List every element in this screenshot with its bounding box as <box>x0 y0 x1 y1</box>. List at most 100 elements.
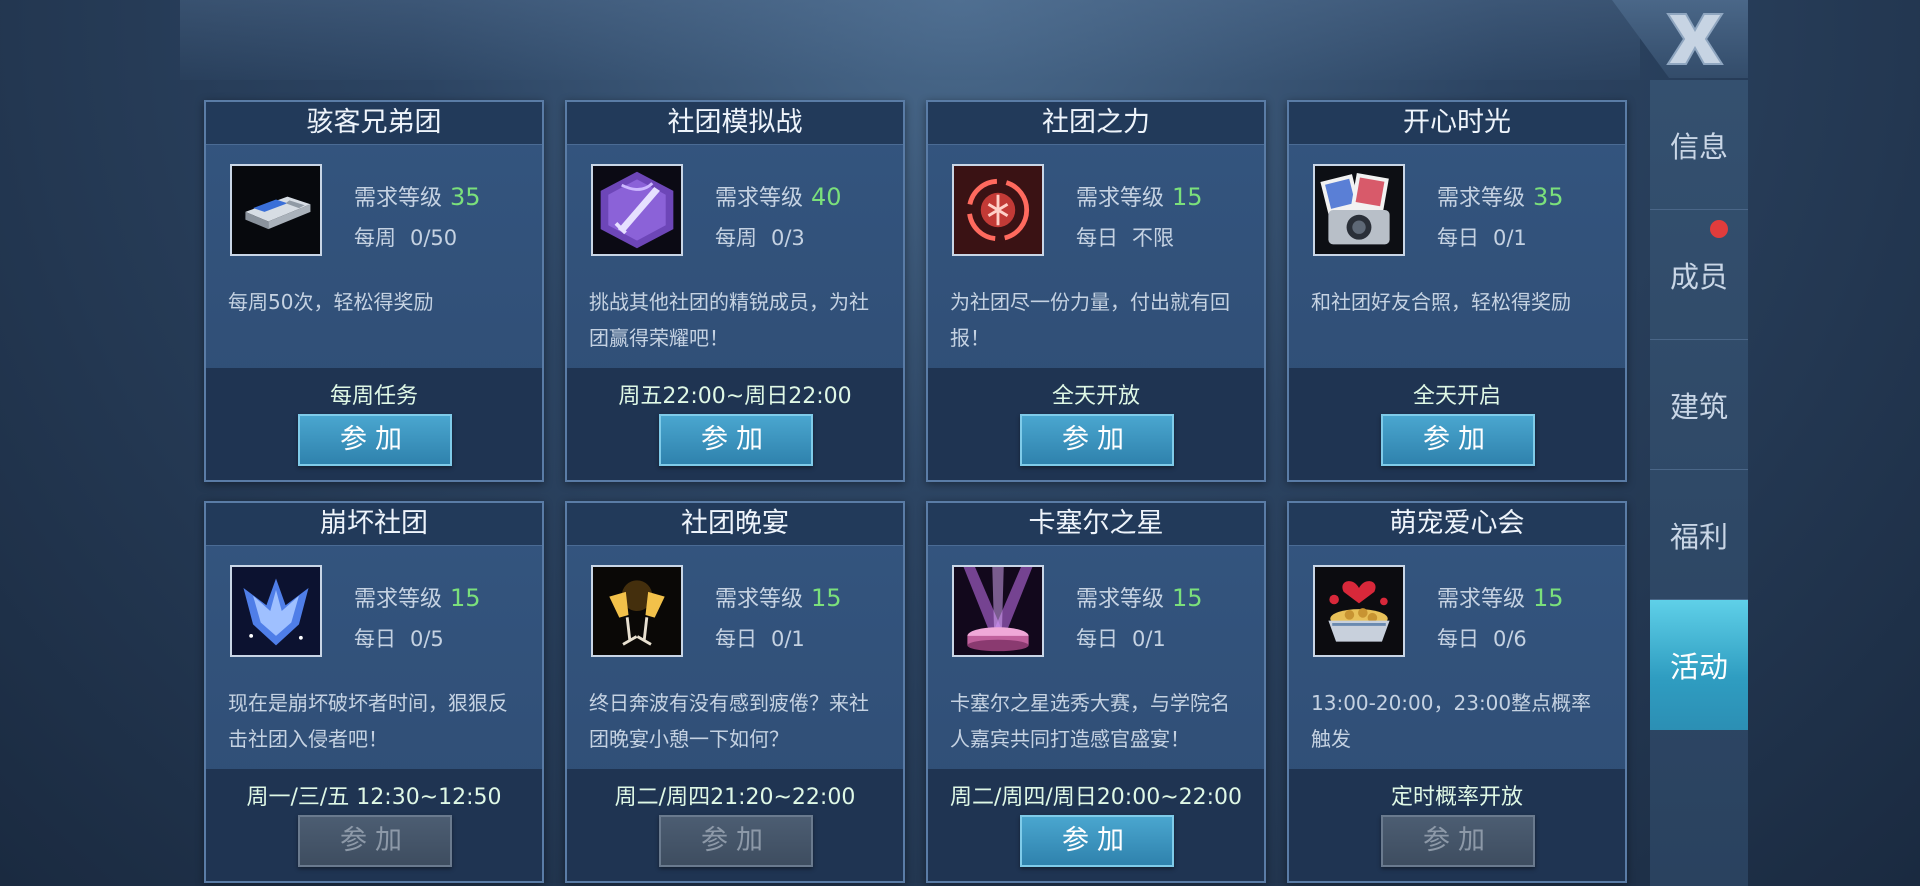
crystal-crest-icon <box>230 565 322 657</box>
champagne-icon <box>591 565 683 657</box>
schedule-text: 全天开放 <box>1051 384 1140 409</box>
level-value: 15 <box>450 584 481 612</box>
card-description: 为社团尽一份力量，付出就有回报！ <box>950 290 1230 350</box>
frequency: 每日 0/1 <box>1076 627 1166 651</box>
frequency: 每周 0/3 <box>715 226 805 250</box>
count-value: 0/5 <box>410 627 444 651</box>
count-value: 0/50 <box>410 226 458 250</box>
activity-card-happy-time: 开心时光 需求等级 35 每日 0/1 和社团好友合照，轻松得奖励 全天开启 参加 <box>1287 100 1627 482</box>
schedule-text: 周一/三/五 12:30~12:50 <box>246 785 502 810</box>
card-footer: 周五22:00~周日22:00 参加 <box>567 368 903 480</box>
card-title: 社团模拟战 <box>567 102 903 145</box>
count-value: 0/3 <box>771 226 805 250</box>
activity-card-hacker: 骇客兄弟团 需求等级 35 每周 0/50 每周50次，轻松得奖励 每周任务 参加 <box>204 100 544 482</box>
card-title: 社团晚宴 <box>567 503 903 546</box>
join-button[interactable]: 参加 <box>298 414 452 466</box>
card-footer: 全天开放 参加 <box>928 368 1264 480</box>
activity-card-club-power: 社团之力 需求等级 15 每日 不限 为社团尽一份力量，付出就有回报！ 全天开放 参… <box>926 100 1266 482</box>
card-description: 现在是崩坏破坏者时间，狠狠反击社团入侵者吧！ <box>228 691 508 751</box>
frequency: 每日 0/1 <box>1437 226 1527 250</box>
frequency: 每日 0/5 <box>354 627 444 651</box>
join-button[interactable]: 参加 <box>659 815 813 867</box>
activity-card-cassell-star: 卡塞尔之星 需求等级 15 每日 0/1 卡塞尔之星选秀大赛，与学院名人嘉宾共同打造… <box>926 501 1266 883</box>
card-title: 萌宠爱心会 <box>1289 503 1625 546</box>
notification-dot <box>1710 220 1728 238</box>
join-button[interactable]: 参加 <box>1020 414 1174 466</box>
level-requirement: 需求等级 15 <box>354 584 481 612</box>
sidebar-item-label: 福利 <box>1669 519 1728 554</box>
sidebar-item-members[interactable]: 成员 <box>1650 210 1748 340</box>
join-button[interactable]: 参加 <box>659 414 813 466</box>
level-requirement: 需求等级 15 <box>1076 183 1203 211</box>
activity-card-club-battle: 社团模拟战 需求等级 40 每周 0/3 挑战其他社团的精锐成员，为社团赢得荣耀吧！… <box>565 100 905 482</box>
card-footer: 周二/周四/周日20:00~22:00 参加 <box>928 769 1264 881</box>
sidebar-item-label: 信息 <box>1669 129 1728 164</box>
usb-drive-icon <box>230 164 322 256</box>
card-footer: 每周任务 参加 <box>206 368 542 480</box>
sword-emblem-icon <box>591 164 683 256</box>
club-sidebar: 信息 成员 建筑 福利 活动 <box>1650 80 1748 886</box>
schedule-text: 每周任务 <box>329 384 418 409</box>
activity-card-club-banquet: 社团晚宴 需求等级 15 每日 0/1 终日奔波有没有感到疲倦？来社团晚宴小憩一下如… <box>565 501 905 883</box>
card-description: 卡塞尔之星选秀大赛，与学院名人嘉宾共同打造感官盛宴！ <box>950 691 1230 751</box>
card-description: 每周50次，轻松得奖励 <box>228 290 434 314</box>
card-description: 终日奔波有没有感到疲倦？来社团晚宴小憩一下如何？ <box>589 691 869 751</box>
frequency: 每日 0/1 <box>715 627 805 651</box>
pet-bowl-icon <box>1313 565 1405 657</box>
card-title: 开心时光 <box>1289 102 1625 145</box>
level-requirement: 需求等级 15 <box>715 584 842 612</box>
level-value: 15 <box>1172 584 1203 612</box>
level-requirement: 需求等级 35 <box>1437 183 1564 211</box>
card-description: 13:00-20:00，23:00整点概率触发 <box>1311 691 1592 751</box>
activity-card-honkai-club: 崩坏社团 需求等级 15 每日 0/5 现在是崩坏破坏者时间，狠狠反击社团入侵者吧！… <box>204 501 544 883</box>
card-footer: 全天开启 参加 <box>1289 368 1625 480</box>
schedule-text: 周五22:00~周日22:00 <box>618 384 852 409</box>
card-footer: 周二/周四21:20~22:00 参加 <box>567 769 903 881</box>
join-button[interactable]: 参加 <box>298 815 452 867</box>
card-description: 挑战其他社团的精锐成员，为社团赢得荣耀吧！ <box>589 290 869 350</box>
level-value: 15 <box>811 584 842 612</box>
count-value: 0/1 <box>1493 226 1527 250</box>
sidebar-item-info[interactable]: 信息 <box>1650 80 1748 210</box>
sidebar-item-activities[interactable]: 活动 <box>1650 600 1748 730</box>
card-title: 崩坏社团 <box>206 503 542 546</box>
sidebar-item-welfare[interactable]: 福利 <box>1650 470 1748 600</box>
frequency: 每日 0/6 <box>1437 627 1527 651</box>
join-button[interactable]: 参加 <box>1020 815 1174 867</box>
red-sigil-icon <box>952 164 1044 256</box>
level-value: 15 <box>1533 584 1564 612</box>
schedule-text: 周二/周四/周日20:00~22:00 <box>949 785 1243 810</box>
level-requirement: 需求等级 15 <box>1437 584 1564 612</box>
card-title: 社团之力 <box>928 102 1264 145</box>
camera-icon <box>1313 164 1405 256</box>
level-value: 40 <box>811 183 842 211</box>
sidebar-item-label: 建筑 <box>1669 389 1728 424</box>
activity-grid: 骇客兄弟团 需求等级 35 每周 0/50 每周50次，轻松得奖励 每周任务 参加 … <box>204 100 1627 886</box>
level-value: 35 <box>1533 183 1564 211</box>
level-requirement: 需求等级 35 <box>354 183 481 211</box>
frequency: 每日 不限 <box>1076 226 1174 250</box>
schedule-text: 定时概率开放 <box>1390 785 1523 810</box>
sidebar-item-label: 活动 <box>1669 650 1728 684</box>
level-value: 15 <box>1172 183 1203 211</box>
stage-spotlight-icon <box>952 565 1044 657</box>
schedule-text: 周二/周四21:20~22:00 <box>614 785 856 810</box>
frequency: 每周 0/50 <box>354 226 458 250</box>
top-frame <box>180 0 1640 80</box>
card-title: 骇客兄弟团 <box>206 102 542 145</box>
close-icon[interactable] <box>1660 8 1730 70</box>
count-value: 0/6 <box>1493 627 1527 651</box>
level-requirement: 需求等级 15 <box>1076 584 1203 612</box>
level-value: 35 <box>450 183 481 211</box>
activity-card-pet-love: 萌宠爱心会 需求等级 15 每日 0/6 13:00-20:00，23:00整点概率… <box>1287 501 1627 883</box>
sidebar-item-buildings[interactable]: 建筑 <box>1650 340 1748 470</box>
count-value: 不限 <box>1132 226 1174 250</box>
card-footer: 定时概率开放 参加 <box>1289 769 1625 881</box>
card-description: 和社团好友合照，轻松得奖励 <box>1311 290 1571 314</box>
join-button[interactable]: 参加 <box>1381 815 1535 867</box>
join-button[interactable]: 参加 <box>1381 414 1535 466</box>
count-value: 0/1 <box>1132 627 1166 651</box>
schedule-text: 全天开启 <box>1412 384 1501 409</box>
level-requirement: 需求等级 40 <box>715 183 842 211</box>
card-title: 卡塞尔之星 <box>928 503 1264 546</box>
